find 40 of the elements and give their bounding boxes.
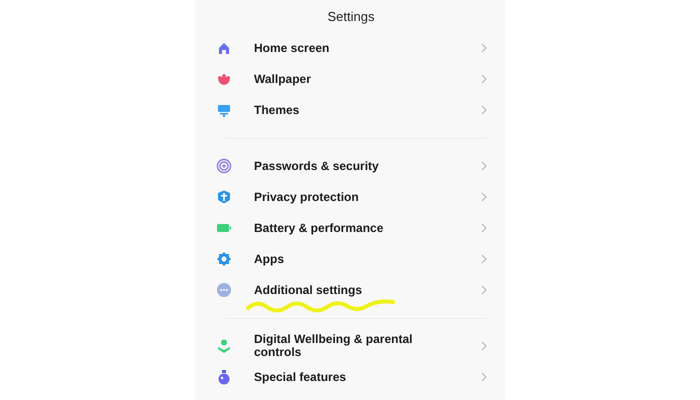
item-label: Digital Wellbeing & parental controls (254, 333, 414, 359)
home-icon (216, 40, 232, 56)
item-label: Home screen (254, 42, 330, 54)
item-label: Privacy protection (254, 190, 360, 204)
chevron-icon (481, 223, 487, 233)
item-label: Special features (254, 370, 348, 384)
settings-item[interactable]: Battery & performance (215, 212, 487, 244)
settings-item[interactable]: Apps (215, 244, 487, 274)
person-icon (216, 338, 232, 354)
item-label: Themes (254, 104, 300, 116)
chevron-icon (481, 254, 487, 264)
chevron-icon (481, 74, 487, 84)
monitor-icon (216, 102, 232, 118)
item-label: Additional settings (254, 284, 363, 296)
chevron-icon (481, 285, 487, 295)
item-label: Apps (254, 252, 285, 266)
chevron-icon (481, 372, 487, 382)
settings-item[interactable]: Additional settings (215, 274, 487, 306)
item-label: Wallpaper (254, 72, 312, 86)
item-label: Passwords & security (254, 160, 380, 172)
settings-item[interactable]: Digital Wellbeing & parental controls (215, 330, 487, 362)
rings-icon (216, 158, 232, 174)
chevron-icon (481, 192, 487, 202)
flask-icon (216, 369, 232, 385)
screen-title: Settings (326, 8, 376, 26)
shield-icon (216, 189, 232, 205)
settings-item[interactable]: Privacy protection (215, 182, 487, 212)
settings-item[interactable]: Themes (215, 94, 487, 126)
chevron-icon (481, 161, 487, 171)
gear-icon (216, 251, 232, 267)
settings-item[interactable]: Home screen (215, 32, 487, 64)
dots-icon (216, 282, 232, 298)
chevron-icon (481, 43, 487, 53)
chevron-icon (481, 341, 487, 351)
flower-icon (216, 71, 232, 87)
chevron-icon (481, 105, 487, 115)
settings-item[interactable]: Wallpaper (215, 64, 487, 94)
settings-item[interactable]: Special features (215, 362, 487, 392)
settings-item[interactable]: Passwords & security (215, 150, 487, 182)
item-label: Battery & performance (254, 222, 384, 234)
